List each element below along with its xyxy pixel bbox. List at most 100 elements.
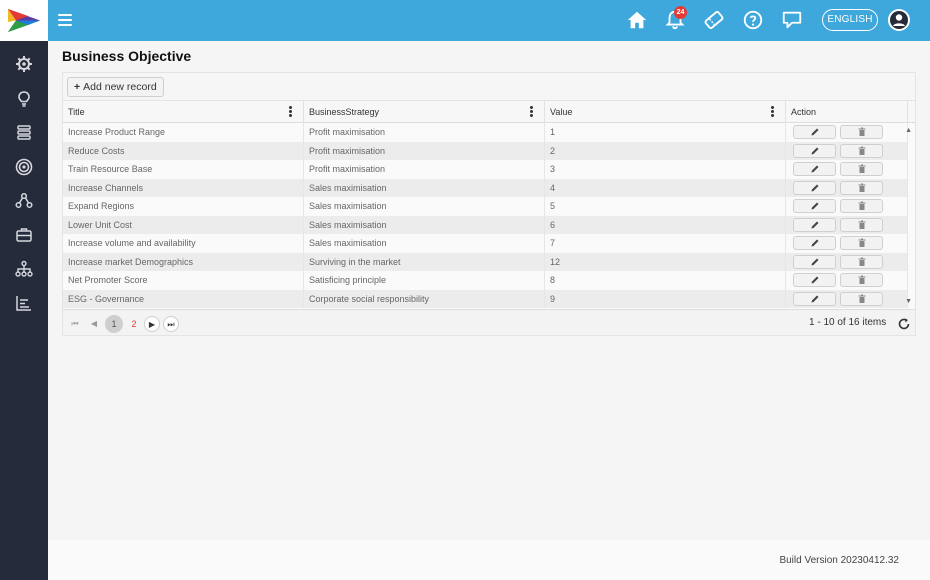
edit-button[interactable] [793,254,836,269]
delete-button[interactable] [840,180,883,195]
page-button-current[interactable]: 1 [105,315,123,333]
cell-strategy: Profit maximisation [304,123,545,142]
cell-action [786,215,908,234]
grid-header: Title BusinessStrategy Value Action [63,101,915,123]
table-row[interactable]: Increase volume and availability Sales m… [63,234,908,253]
last-page-icon[interactable]: ⏭ [163,316,179,332]
table-row[interactable]: ESG - Governance Corporate social respon… [63,289,908,308]
logo-icon [8,9,40,32]
page-title: Business Objective [62,48,192,64]
delete-button[interactable] [840,125,883,139]
delete-button[interactable] [840,273,883,287]
edit-button[interactable] [793,143,836,158]
cell-value: 9 [545,289,786,308]
cell-strategy: Sales maximisation [304,234,545,253]
column-header-action: Action [786,101,908,123]
column-menu-icon[interactable] [771,106,774,117]
first-page-icon[interactable]: ⏮ [67,316,83,332]
trash-icon [858,275,865,284]
ticket-icon[interactable] [703,9,725,31]
table-row[interactable]: Train Resource Base Profit maximisation … [63,160,908,179]
column-action-label: Action [791,107,817,117]
cell-title: Net Promoter Score [63,271,304,290]
cell-value: 3 [545,160,786,179]
column-menu-icon[interactable] [289,106,292,117]
column-header-title[interactable]: Title [63,101,304,123]
cell-action [786,252,908,271]
briefcase-icon[interactable] [14,225,34,245]
add-record-label: Add new record [83,81,157,93]
user-icon [890,11,908,29]
cell-value: 8 [545,271,786,290]
trash-icon [858,220,865,229]
edit-button[interactable] [793,180,836,195]
app-logo[interactable] [0,0,48,41]
table-row[interactable]: Net Promoter Score Satisficing principle… [63,271,908,290]
home-icon[interactable] [626,9,648,31]
cell-strategy: Satisficing principle [304,271,545,290]
language-button[interactable]: ENGLISH [822,9,878,31]
cell-strategy: Sales maximisation [304,178,545,197]
delete-button[interactable] [840,143,883,158]
cell-value: 6 [545,215,786,234]
column-header-value[interactable]: Value [545,101,786,123]
column-menu-icon[interactable] [530,106,533,117]
column-header-strategy[interactable]: BusinessStrategy [304,101,545,123]
page-button[interactable]: 2 [125,315,143,333]
scroll-down-arrow-icon[interactable]: ▼ [905,298,912,305]
pencil-icon [811,221,818,228]
delete-button[interactable] [840,199,883,213]
table-row[interactable]: Lower Unit Cost Sales maximisation 6 [63,215,908,234]
edit-button[interactable] [793,273,836,287]
delete-button[interactable] [840,254,883,269]
delete-button[interactable] [840,162,883,176]
pencil-icon [811,276,818,284]
chat-icon[interactable] [781,9,803,31]
table-row[interactable]: Increase market Demographics Surviving i… [63,252,908,271]
edit-button[interactable] [793,217,836,232]
hierarchy-icon[interactable] [14,259,34,279]
settings-icon[interactable] [14,54,34,74]
delete-button[interactable] [840,236,883,250]
stack-icon[interactable] [14,122,34,142]
cell-strategy: Corporate social responsibility [304,289,545,308]
scroll-up-arrow-icon[interactable]: ▲ [905,127,912,134]
add-record-button[interactable]: + Add new record [67,77,164,97]
cell-title: Lower Unit Cost [63,215,304,234]
table-row[interactable]: Increase Channels Sales maximisation 4 [63,178,908,197]
top-bar: 24 ENGLISH [0,0,930,41]
edit-button[interactable] [793,236,836,250]
cell-action [786,160,908,179]
lightbulb-icon[interactable] [14,89,34,109]
table-row[interactable]: Reduce Costs Profit maximisation 2 [63,141,908,160]
pencil-icon [811,128,818,136]
cell-title: Increase Product Range [63,123,304,142]
table-row[interactable]: Expand Regions Sales maximisation 5 [63,197,908,216]
cell-action [786,289,908,308]
cell-strategy: Surviving in the market [304,252,545,271]
cell-strategy: Sales maximisation [304,197,545,216]
edit-button[interactable] [793,291,836,306]
grid-body: Increase Product Range Profit maximisati… [63,123,908,308]
table-row[interactable]: Increase Product Range Profit maximisati… [63,123,908,142]
delete-button[interactable] [840,217,883,232]
report-icon[interactable] [14,293,34,313]
edit-button[interactable] [793,162,836,176]
cell-action [786,178,908,197]
network-icon[interactable] [14,191,34,211]
refresh-icon[interactable] [897,317,911,331]
prev-page-icon[interactable]: ◀ [86,316,102,332]
next-page-icon[interactable]: ▶ [144,316,160,332]
user-avatar[interactable] [888,9,910,31]
target-icon[interactable] [14,157,34,177]
cell-title: Reduce Costs [63,141,304,160]
cell-value: 1 [545,123,786,142]
footer: Build Version 20230412.32 [48,540,930,580]
pencil-icon [811,165,818,173]
cell-value: 7 [545,234,786,253]
edit-button[interactable] [793,125,836,139]
edit-button[interactable] [793,199,836,213]
help-icon[interactable] [742,9,764,31]
menu-icon[interactable] [58,14,72,26]
delete-button[interactable] [840,291,883,306]
